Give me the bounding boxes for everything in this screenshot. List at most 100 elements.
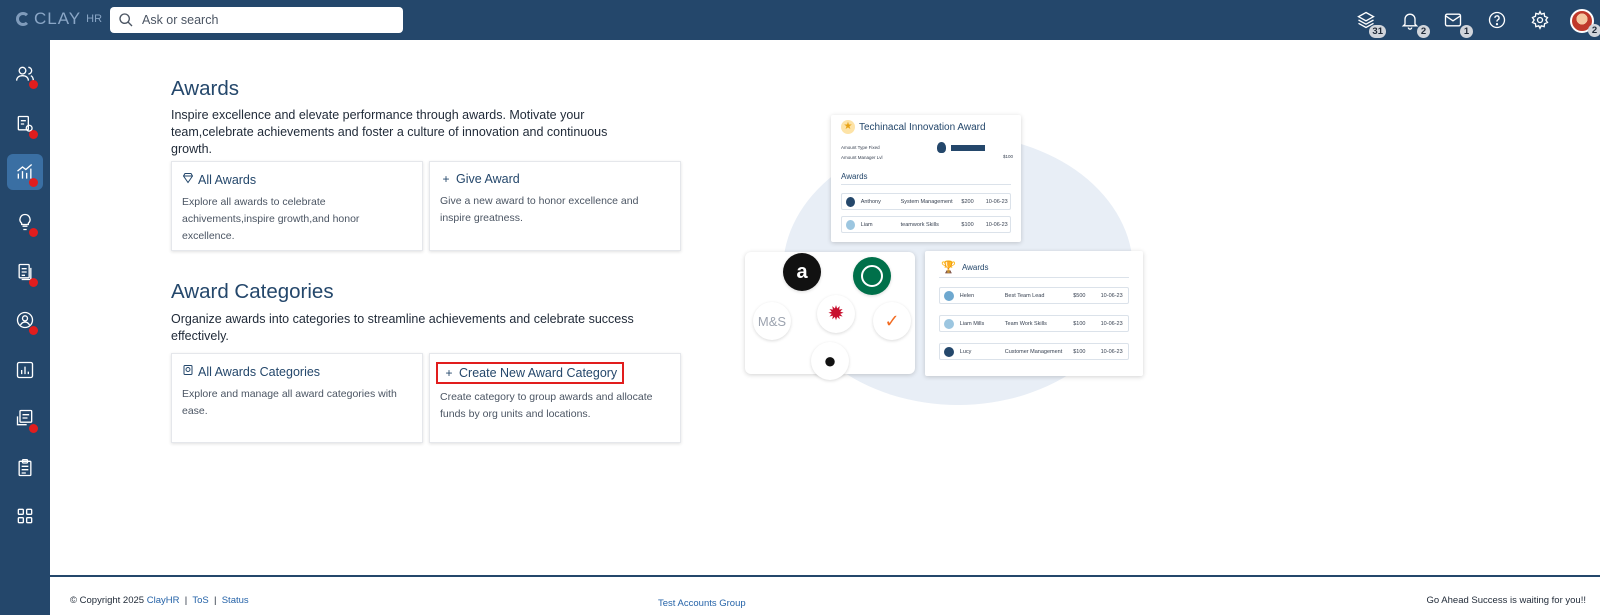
all-awards-categories-link[interactable]: All Awards Categories [198,365,320,379]
innovation-award-panel: ★ Techinacal Innovation Award Amount Typ… [831,115,1021,242]
money-bag-icon [937,142,946,153]
avatar-icon [944,346,954,357]
search-input[interactable] [142,13,382,27]
sidebar-item-clipboard[interactable] [7,450,43,486]
copyright-text: © Copyright 2025 [70,595,145,606]
ms-logo: M&S [753,302,791,340]
plus-icon: + [445,366,453,380]
divider [939,277,1129,278]
list-item: Lucy Customer Management $100 10-06-23 [939,343,1129,360]
separator: | [211,595,222,606]
sidebar-item-growth[interactable] [7,154,43,190]
notifications-count-badge: 2 [1417,25,1430,38]
tim-hortons-logo: ✹ [817,295,855,333]
amazon-logo: a [783,253,821,291]
award-badge-icon [182,172,194,187]
row-date: 10-06-23 [985,221,1008,228]
clipboard-icon [18,459,32,477]
search-box[interactable] [110,7,403,33]
gear-icon[interactable] [1530,10,1552,32]
awards-title: Awards [171,77,239,100]
create-award-category-card[interactable]: + Create New Award Category Create categ… [429,353,681,443]
footer-left: © Copyright 2025 ClayHR | ToS | Status [70,595,249,606]
trophy-icon: 🏆 [941,260,956,274]
divider [841,184,1011,185]
sidebar-item-reports[interactable] [7,352,43,388]
award-categories-title: Award Categories [171,280,334,303]
sidebar-item-assets[interactable] [7,106,43,142]
give-award-description: Give a new award to honor excellence and… [440,195,639,224]
awards-illustration: ★ Techinacal Innovation Award Amount Typ… [743,115,1163,445]
awards-description: Inspire excellence and elevate performan… [171,108,608,156]
maple-leaf-icon: ✹ [827,303,845,325]
test-accounts-group-link[interactable]: Test Accounts Group [658,598,746,609]
all-awards-categories-description: Explore and manage all award categories … [182,388,397,417]
row-name: Anthony [860,198,881,205]
category-badge-icon [182,364,194,379]
apps-grid-icon [17,508,33,524]
alert-dot [29,80,38,89]
alert-dot [29,178,38,187]
give-award-link[interactable]: Give Award [456,172,520,186]
nike-logo: ✓ [873,302,911,340]
row-amount: $100 [1073,348,1086,355]
sidebar-item-apps[interactable] [7,498,43,534]
all-awards-card[interactable]: All Awards Explore all awards to celebra… [171,161,423,251]
all-awards-categories-card[interactable]: All Awards Categories Explore and manage… [171,353,423,443]
sidebar-item-people[interactable] [7,56,43,92]
row-amount: $100 [1073,320,1086,327]
awards-subheading: Awards [841,172,868,181]
avatar-icon [944,290,954,301]
row-name: Helen [959,292,975,299]
layers-icon[interactable]: 31 [1356,10,1386,38]
search-icon [119,13,133,27]
alert-dot [29,424,38,433]
logo-subtext: HR [86,13,103,25]
awards-list-panel: 🏆 Awards Helen Best Team Lead $500 10-06… [925,251,1143,376]
give-award-card[interactable]: + Give Award Give a new award to honor e… [429,161,681,251]
row-category: Team Work Skills [1004,320,1047,327]
sidebar-item-documents[interactable] [7,254,43,290]
innovation-award-title: Techinacal Innovation Award [859,121,986,133]
bell-icon[interactable]: 2 [1400,10,1430,38]
row-category: teamwork Skills [900,221,939,228]
avatar-count-badge: 2 [1588,24,1600,37]
awards-panel-title: Awards [961,262,989,272]
status-link[interactable]: Status [222,595,249,606]
alert-dot [29,326,38,335]
separator: | [182,595,193,606]
all-awards-description: Explore all awards to celebrate achiveme… [182,196,360,242]
logo-text: CLAY [34,9,82,28]
layers-count-badge: 31 [1369,25,1386,38]
sidebar [0,40,50,615]
row-name: Lucy [959,348,972,355]
sidebar-item-ideas[interactable] [7,204,43,240]
list-item: Helen Best Team Lead $500 10-06-23 [939,287,1129,304]
all-awards-link[interactable]: All Awards [198,173,256,187]
row-date: 10-06-23 [1100,292,1123,299]
avatar-icon [944,318,954,329]
avatar-icon [846,219,855,230]
create-award-category-button[interactable]: + Create New Award Category [435,362,625,384]
amount-type-label: Amount Type Fixed [841,145,880,150]
avatar-icon [846,196,855,207]
row-name: Liam Mills [959,320,985,327]
clayhr-link[interactable]: ClayHR [147,595,180,606]
amount-value: $100 [1003,154,1014,159]
mail-icon[interactable]: 1 [1443,10,1473,38]
sidebar-item-approvals[interactable] [7,400,43,436]
help-icon[interactable] [1487,10,1509,32]
row-date: 10-06-23 [1100,320,1123,327]
top-bar: CLAY HR 31 2 1 2 [0,0,1600,40]
footer-tagline: Go Ahead Success is waiting for you!! [1426,595,1586,606]
sidebar-item-profile[interactable] [7,302,43,338]
main-content: Awards Inspire excellence and elevate pe… [50,40,1600,575]
clayhr-logo[interactable]: CLAY HR [16,9,102,29]
row-amount: $200 [961,198,974,205]
tos-link[interactable]: ToS [192,595,208,606]
reports-icon [16,361,34,379]
user-avatar[interactable]: 2 [1570,9,1600,37]
create-award-category-description: Create category to group awards and allo… [440,391,653,420]
row-amount: $100 [961,221,974,228]
row-category: Customer Management [1004,348,1063,355]
